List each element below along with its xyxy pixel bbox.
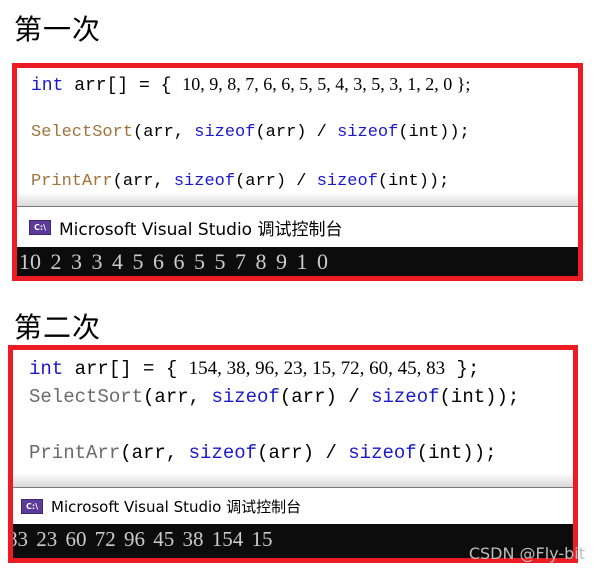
- console-app-icon: C:\: [29, 219, 51, 235]
- keyword-sizeof: sizeof: [188, 442, 258, 464]
- keyword-sizeof: sizeof: [371, 386, 440, 408]
- code-line-select-sort: SelectSort(arr, sizeof(arr) / sizeof(int…: [31, 123, 470, 142]
- window-edge-shadow: [17, 192, 578, 207]
- screenshot-frame-second: int arr[] = { 154, 38, 96, 23, 15, 72, 6…: [8, 345, 578, 563]
- keyword-int: int: [31, 76, 64, 96]
- code-text: (int));: [377, 172, 450, 191]
- section-heading-second: 第二次: [14, 311, 102, 344]
- console-titlebar: C:\ Microsoft Visual Studio 调试控制台: [13, 488, 573, 524]
- keyword-sizeof: sizeof: [211, 386, 280, 408]
- keyword-sizeof: sizeof: [337, 123, 399, 142]
- code-text: arr[] = {: [63, 358, 189, 380]
- watermark: CSDN @Fly-bit: [468, 544, 585, 563]
- code-text: arr[] = {: [63, 76, 183, 96]
- console-title: Microsoft Visual Studio 调试控制台: [51, 497, 302, 516]
- function-name: PrintArr: [31, 172, 113, 191]
- console-title: Microsoft Visual Studio 调试控制台: [59, 219, 343, 240]
- code-text: (arr,: [120, 442, 189, 464]
- code-text: (arr) /: [279, 386, 372, 408]
- code-line-print-arr: PrintArr(arr, sizeof(arr) / sizeof(int))…: [29, 442, 497, 464]
- window-edge-shadow: [13, 473, 573, 488]
- code-line-print-arr: PrintArr(arr, sizeof(arr) / sizeof(int))…: [31, 172, 449, 191]
- keyword-sizeof: sizeof: [194, 123, 256, 142]
- screenshot-frame-first: int arr[] = { 10, 9, 8, 7, 6, 6, 5, 5, 4…: [12, 63, 583, 281]
- function-name: SelectSort: [31, 123, 134, 142]
- code-text: (int));: [439, 386, 520, 408]
- code-line-array-decl: int arr[] = { 10, 9, 8, 7, 6, 6, 5, 5, 4…: [31, 74, 470, 96]
- code-text: (arr,: [112, 172, 174, 191]
- console-titlebar: C:\ Microsoft Visual Studio 调试控制台: [17, 207, 578, 247]
- function-name: SelectSort: [29, 386, 144, 408]
- array-values: 10, 9, 8, 7, 6, 6, 5, 5, 4, 3, 5, 3, 1, …: [182, 74, 453, 94]
- function-name: PrintArr: [29, 442, 121, 464]
- code-text: (arr) /: [255, 123, 338, 142]
- section-heading-first: 第一次: [14, 13, 102, 46]
- code-text: (int));: [398, 123, 470, 142]
- code-text: (int));: [416, 442, 497, 464]
- code-line-select-sort: SelectSort(arr, sizeof(arr) / sizeof(int…: [29, 386, 519, 408]
- console-app-icon: C:\: [21, 498, 43, 514]
- code-text: (arr,: [133, 123, 195, 142]
- code-line-array-decl: int arr[] = { 154, 38, 96, 23, 15, 72, 6…: [29, 358, 479, 380]
- keyword-sizeof: sizeof: [173, 172, 236, 191]
- code-text: (arr) /: [257, 442, 349, 464]
- keyword-int: int: [29, 358, 64, 380]
- array-values: 154, 38, 96, 23, 15, 72, 60, 45, 83: [188, 358, 446, 379]
- keyword-sizeof: sizeof: [348, 442, 417, 464]
- code-text: };: [445, 358, 480, 380]
- code-text: };: [452, 74, 471, 94]
- keyword-sizeof: sizeof: [316, 172, 378, 191]
- code-text: (arr) /: [235, 172, 317, 191]
- code-text: (arr,: [143, 386, 212, 408]
- console-output: 10 2 3 3 4 5 6 6 5 5 7 8 9 1 0: [17, 247, 578, 276]
